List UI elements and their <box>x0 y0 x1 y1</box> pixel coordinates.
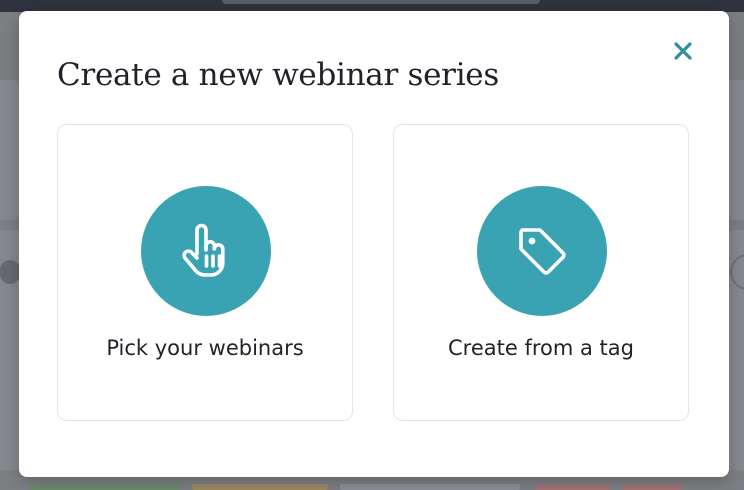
pick-webinars-icon-circle <box>141 186 271 316</box>
background-panel <box>0 80 20 220</box>
background-tab-pill <box>222 0 540 4</box>
create-from-tag-label: Create from a tag <box>448 336 634 360</box>
modal-title: Create a new webinar series <box>57 57 499 93</box>
pick-webinars-option[interactable]: Pick your webinars <box>57 124 353 421</box>
background-tag <box>340 484 520 490</box>
background-tag <box>30 484 180 490</box>
background-tag <box>536 484 610 490</box>
background-tag <box>622 484 682 490</box>
pointer-hand-icon <box>182 223 225 277</box>
create-from-tag-option[interactable]: Create from a tag <box>393 124 689 421</box>
close-icon <box>674 42 692 60</box>
create-series-modal: Create a new webinar series Pick your we… <box>19 11 729 477</box>
close-button[interactable] <box>667 35 699 67</box>
background-tag <box>192 484 328 490</box>
create-from-tag-icon-circle <box>477 186 607 316</box>
pick-webinars-label: Pick your webinars <box>106 336 304 360</box>
tag-icon <box>519 228 566 275</box>
background-toggle <box>0 260 20 284</box>
